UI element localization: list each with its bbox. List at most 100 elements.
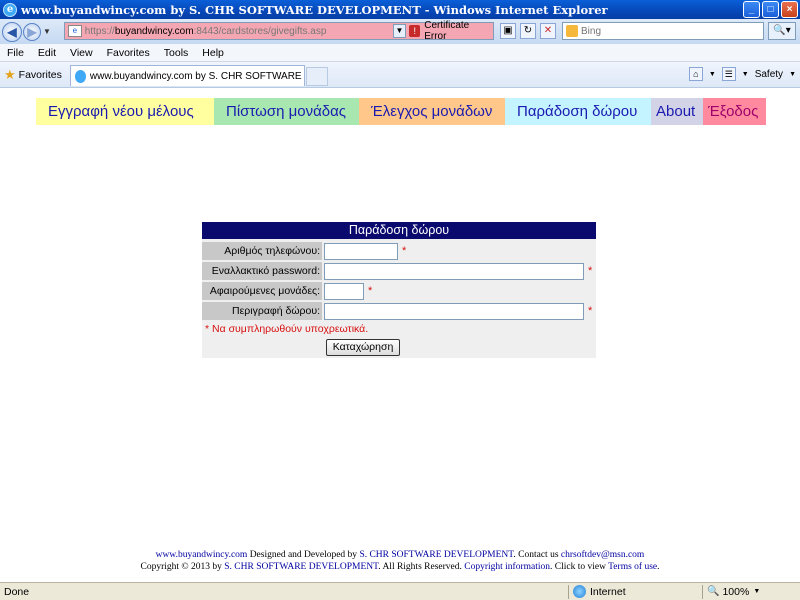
favorites-bar: ★ Favorites www.buyandwincy.com by S. CH…: [0, 62, 800, 88]
footer-company-link-2[interactable]: S. CHR SOFTWARE DEVELOPMENT: [224, 562, 378, 572]
alt-password-required-mark: *: [588, 265, 593, 277]
footer-copyright-info-link[interactable]: Copyright information: [464, 562, 550, 572]
units-input[interactable]: [324, 282, 364, 300]
gift-description-row: Περιγραφή δώρου: *: [202, 302, 592, 320]
new-tab-button[interactable]: [306, 67, 328, 86]
phone-required-mark: *: [402, 245, 407, 257]
shield-error-icon: !: [409, 25, 421, 37]
search-input[interactable]: [581, 25, 751, 37]
favorites-star-icon[interactable]: ★: [4, 67, 16, 83]
footer-company-link[interactable]: S. CHR SOFTWARE DEVELOPMENT: [359, 550, 513, 560]
alt-password-label: Εναλλακτικό password:: [202, 262, 322, 280]
nav-register[interactable]: Εγγραφή νέου μέλους: [36, 98, 214, 125]
form-title: Παράδοση δώρου: [202, 222, 596, 239]
footer-copyright-text: Copyright © 2013 by: [140, 562, 225, 572]
phone-label: Αριθμός τηλεφώνου:: [202, 242, 322, 260]
alt-password-input[interactable]: [324, 262, 584, 280]
tab-title: www.buyandwincy.com by S. CHR SOFTWARE D…: [89, 70, 304, 82]
footer-click-text: . Click to view: [550, 562, 609, 572]
title-bar: e www.buyandwincy.com by S. CHR SOFTWARE…: [0, 0, 800, 19]
history-dropdown-icon[interactable]: ▼: [43, 27, 51, 36]
footer-line-1: www.buyandwincy.com Designed and Develop…: [0, 549, 800, 561]
page-content: Εγγραφή νέου μέλους Πίστωση μονάδας Έλεγ…: [0, 89, 800, 582]
safety-dropdown-icon[interactable]: ▼: [789, 71, 796, 78]
nav-credit-units[interactable]: Πίστωση μονάδας: [214, 98, 359, 125]
footer-line-2: Copyright © 2013 by S. CHR SOFTWARE DEVE…: [0, 561, 800, 573]
footer: www.buyandwincy.com Designed and Develop…: [0, 549, 800, 573]
feeds-icon[interactable]: ☰: [721, 67, 736, 81]
nav-about[interactable]: About: [651, 98, 703, 125]
command-bar: ⌂ ▼ ☰ ▼ Safety ▼: [688, 67, 796, 81]
certificate-error-label: Certificate Error: [424, 20, 470, 42]
menu-help[interactable]: Help: [195, 47, 231, 59]
nav-check-units[interactable]: Έλεγχος μονάδων: [359, 98, 505, 125]
menu-bar: File Edit View Favorites Tools Help: [0, 44, 800, 62]
menu-view[interactable]: View: [63, 47, 100, 59]
ie-logo-icon: e: [3, 2, 17, 17]
required-note: * Να συμπληρωθούν υποχρεωτικά.: [205, 323, 369, 335]
units-label: Αφαιρούμενες μονάδες:: [202, 282, 322, 300]
compatibility-view-icon[interactable]: ▣: [500, 23, 516, 39]
url-prefix: https://: [84, 25, 115, 37]
zoom-icon[interactable]: 🔍: [707, 586, 719, 597]
footer-site-link[interactable]: www.buyandwincy.com: [156, 550, 248, 560]
menu-tools[interactable]: Tools: [157, 47, 196, 59]
gift-description-required-mark: *: [588, 305, 593, 317]
phone-input[interactable]: [324, 242, 398, 260]
footer-contact-text: . Contact us: [513, 550, 561, 560]
footer-dot: .: [657, 562, 660, 572]
status-bar: Done Internet 🔍 100% ▼: [0, 582, 800, 600]
url-host: buyandwincy.com: [114, 25, 194, 37]
menu-file[interactable]: File: [0, 47, 31, 59]
forward-button[interactable]: ▶: [23, 22, 41, 41]
footer-rights-text: . All Rights Reserved.: [378, 562, 465, 572]
units-required-mark: *: [368, 285, 373, 297]
favorites-button[interactable]: Favorites: [19, 69, 62, 81]
footer-terms-link[interactable]: Terms of use: [608, 562, 657, 572]
gift-description-label: Περιγραφή δώρου:: [202, 302, 322, 320]
gift-delivery-form: Παράδοση δώρου Αριθμός τηλεφώνου: * Εναλ…: [202, 222, 596, 358]
status-text: Done: [4, 585, 30, 598]
footer-email-link[interactable]: chrsoftdev@msn.com: [561, 550, 644, 560]
address-bar[interactable]: e https://buyandwincy.com:8443/cardstore…: [64, 20, 494, 42]
home-dropdown-icon[interactable]: ▼: [709, 71, 716, 78]
address-dropdown-icon[interactable]: ▼: [392, 24, 407, 38]
search-box[interactable]: [562, 22, 764, 40]
status-separator-2: [702, 584, 703, 599]
bing-icon: [566, 25, 578, 37]
url-path: :8443/cardstores/givegifts.asp: [193, 25, 327, 37]
page-icon: e: [68, 25, 82, 37]
tab-active[interactable]: www.buyandwincy.com by S. CHR SOFTWARE D…: [70, 65, 305, 86]
address-toolbar: ◀ ▶ ▼ e https://buyandwincy.com:8443/car…: [0, 19, 800, 44]
maximize-button[interactable]: □: [762, 1, 779, 18]
zoom-level[interactable]: 100%: [722, 586, 749, 598]
feeds-dropdown-icon[interactable]: ▼: [742, 71, 749, 78]
safety-menu[interactable]: Safety: [755, 69, 783, 80]
close-window-button[interactable]: ×: [781, 1, 798, 18]
certificate-error-button[interactable]: ! Certificate Error: [409, 20, 493, 42]
internet-zone-icon: [573, 585, 586, 598]
window-controls: _ □ ×: [743, 1, 798, 18]
site-navigation: Εγγραφή νέου μέλους Πίστωση μονάδας Έλεγ…: [36, 98, 766, 125]
url-text[interactable]: https://buyandwincy.com:8443/cardstores/…: [85, 26, 390, 37]
stop-icon[interactable]: ✕: [540, 23, 556, 39]
home-icon[interactable]: ⌂: [688, 67, 703, 81]
submit-button[interactable]: Καταχώρηση: [326, 339, 400, 356]
units-row: Αφαιρούμενες μονάδες: *: [202, 282, 372, 300]
menu-favorites[interactable]: Favorites: [100, 47, 157, 59]
zoom-dropdown-icon[interactable]: ▼: [753, 588, 760, 595]
search-button[interactable]: 🔍▾: [768, 22, 796, 40]
menu-edit[interactable]: Edit: [31, 47, 63, 59]
minimize-button[interactable]: _: [743, 1, 760, 18]
footer-designed-text: Designed and Developed by: [247, 550, 360, 560]
alt-password-row: Εναλλακτικό password: *: [202, 262, 592, 280]
tab-ie-icon: [75, 69, 86, 83]
status-separator: [568, 584, 569, 599]
refresh-icon[interactable]: ↻: [520, 23, 536, 39]
nav-exit[interactable]: Έξοδος: [703, 98, 766, 125]
gift-description-input[interactable]: [324, 302, 584, 320]
window-title: www.buyandwincy.com by S. CHR SOFTWARE D…: [21, 2, 608, 17]
nav-gift-delivery[interactable]: Παράδοση δώρου: [505, 98, 651, 125]
security-zone-label: Internet: [590, 585, 626, 598]
back-button[interactable]: ◀: [2, 21, 22, 42]
